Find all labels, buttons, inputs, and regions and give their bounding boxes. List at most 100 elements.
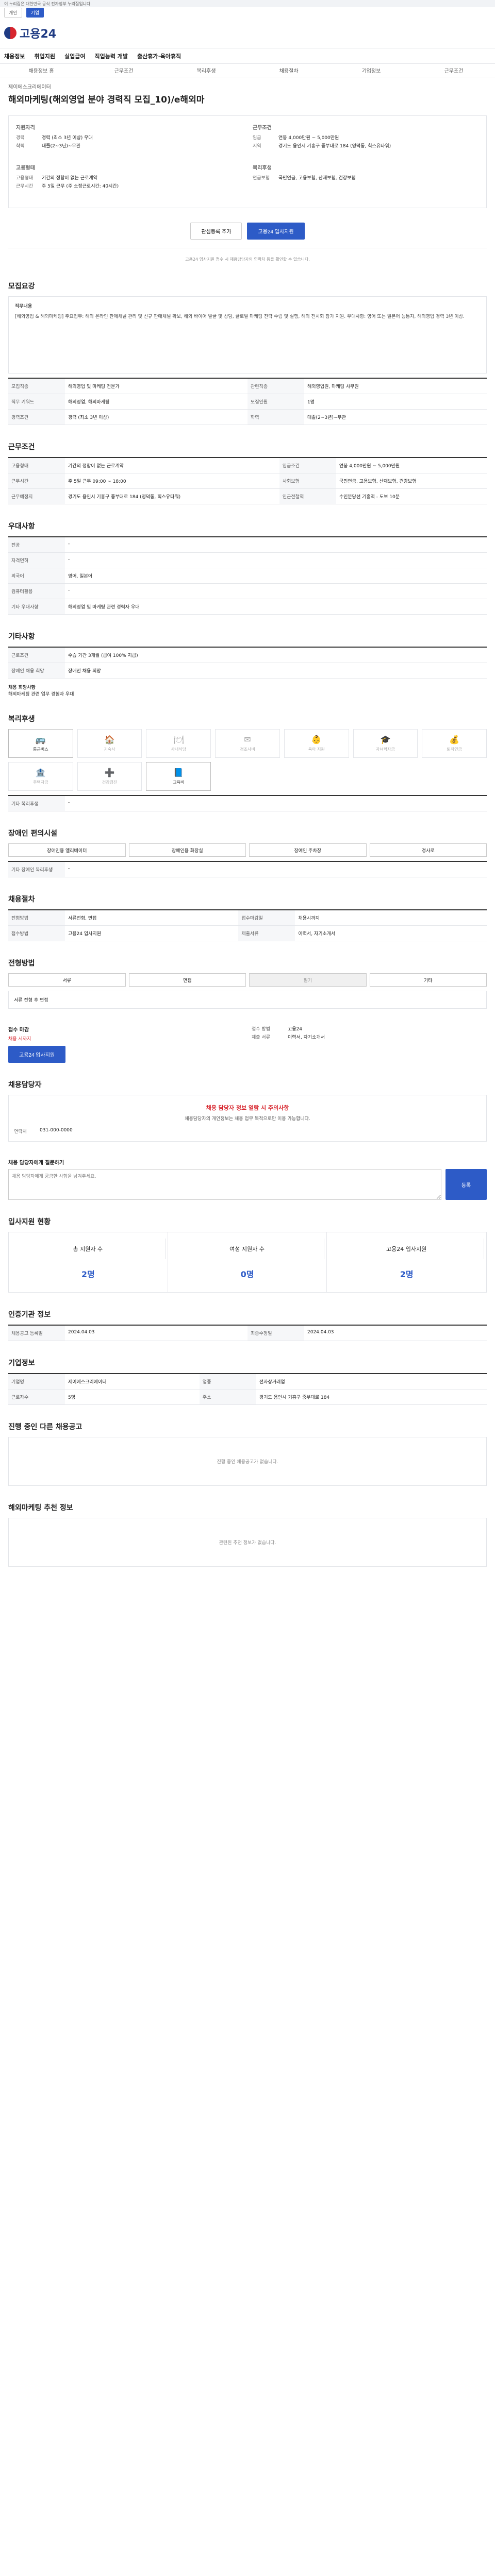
channel-tab[interactable]: 기타: [369, 973, 487, 987]
brand-logo[interactable]: 고용24: [4, 25, 56, 41]
accessibility-item: 장애인용 엘리베이터: [8, 843, 126, 857]
subnav-item[interactable]: 복리후생: [165, 66, 248, 74]
table-row: 경력조건 경력 (최소 3년 이상) 학력 대졸(2~3년)~무관: [8, 409, 487, 425]
welfare-icon: 🍽: [173, 735, 184, 744]
welfare-item: ✉ 경조사비: [215, 729, 280, 758]
welfare-label: 경조사비: [240, 747, 255, 752]
table-row: 외국어 영어, 일본어: [8, 568, 487, 584]
table-row: 고용형태 기간의 정함이 없는 근로계약 임금조건 연봉 4,000만원 ~ 5,00…: [8, 457, 487, 473]
nav-item[interactable]: 실업급여: [64, 52, 85, 60]
welfare-icon: ✉: [244, 735, 251, 744]
accessibility-grid: 장애인용 엘리베이터 장애인용 화장실 장애인 주차장 경사로: [8, 843, 487, 857]
job-header: 제이에스크리에이터 해외마케팅(해외영업 분야 경력직 모집_10)/e해외마: [0, 77, 495, 110]
nav-item[interactable]: 채용정보: [4, 52, 25, 60]
other-jobs-section: 진행 중인 다른 채용공고 진행 중인 채용공고가 없습니다.: [8, 1413, 487, 1494]
contact-row: 연락처 031-000-0000: [14, 1128, 481, 1134]
stat-value: 2명: [400, 1269, 414, 1279]
bookmark-button[interactable]: 관심등록 추가: [190, 223, 242, 240]
welfare-item: ➕ 건강검진: [77, 762, 142, 791]
table-value: 대졸(2~3년)~무관: [304, 409, 487, 425]
apply-grid: 접수 마감 채용 시까지 고용24 입사지원 접수 방법 고용24 제출 서류 이력…: [8, 1025, 487, 1063]
accessibility-item: 장애인용 화장실: [128, 843, 246, 857]
table-key: 직무 키워드: [8, 394, 65, 410]
stat-label: 여성 지원자 수: [170, 1239, 325, 1259]
section-title: 기업정보: [8, 1359, 35, 1367]
inquiry-submit-button[interactable]: 등록: [446, 1169, 487, 1200]
table-value: 해외영업 및 마케팅 관련 경력자 우대: [65, 599, 487, 615]
table-key: 기타 복리후생: [8, 795, 65, 811]
table-value: 국민연금, 고용보험, 산재보험, 건강보험: [336, 473, 487, 489]
table-value: 경기도 용인시 기흥구 중부대로 184: [256, 1389, 487, 1405]
table-row: 모집직종 해외영업 및 마케팅 전문가 관련직종 해외영업원, 마케팅 사무원: [8, 378, 487, 394]
summary-row: 연금보험 국민연금, 고용보험, 산재보험, 건강보험: [253, 174, 479, 181]
summary-key: 근무시간: [16, 184, 34, 189]
table-value: 고용24 입사지원: [65, 925, 239, 941]
table-key: 업종: [199, 1374, 256, 1389]
table-key: 관련직종: [248, 378, 304, 394]
apply-button[interactable]: 고용24 입사지원: [247, 223, 305, 240]
table-value: -: [65, 795, 487, 811]
stat-value: 2명: [81, 1269, 95, 1279]
apply-row: 제출 서류 이력서, 자기소개서: [252, 1033, 487, 1040]
table-value: -: [65, 583, 487, 599]
summary-row: 임금 연봉 4,000만원 ~ 5,000만원: [253, 134, 479, 141]
table-key: 근무시간: [8, 473, 65, 489]
channel-tab[interactable]: 필기: [249, 973, 367, 987]
stat-value: 0명: [240, 1269, 254, 1279]
meta-table: 채용공고 등록일 2024.04.03 최종수정일 2024.04.03: [8, 1325, 487, 1341]
channel-tab[interactable]: 면접: [128, 973, 246, 987]
table-row: 장애인 채용 희망 장애인 채용 희망: [8, 663, 487, 679]
welfare-label: 기숙사: [104, 747, 116, 752]
table-row: 근로자수 5명 주소 경기도 용인시 기흥구 중부대로 184: [8, 1389, 487, 1405]
table-key: 장애인 채용 희망: [8, 663, 65, 679]
channel-tabs: 서류 면접 필기 기타: [8, 973, 487, 987]
inquiry-textarea[interactable]: [8, 1169, 441, 1200]
table-value: 영어, 일본어: [65, 568, 487, 584]
subnav-item[interactable]: 채용절차: [248, 66, 330, 74]
table-value: 해외영업, 해외마케팅: [65, 394, 248, 410]
table-row: 기타 우대사항 해외영업 및 마케팅 관련 경력자 우대: [8, 599, 487, 615]
apply-row: 접수 방법 고용24: [252, 1025, 487, 1032]
nav-item[interactable]: 출산휴가·육아휴직: [137, 52, 181, 60]
table-value: 2024.04.03: [304, 1325, 487, 1341]
org-tab-personal[interactable]: 개인: [4, 7, 22, 18]
subnav-item[interactable]: 근무조건: [412, 66, 495, 74]
channel-tab[interactable]: 서류: [8, 973, 126, 987]
table-key: 근로조건: [8, 647, 65, 663]
etc-extra: 채용 희망사항 해외마케팅 관련 업무 경험자 우대: [8, 684, 487, 697]
etc-table: 근로조건 수습 기간 3개월 (급여 100% 지급) 장애인 채용 희망 장애인 …: [8, 647, 487, 679]
welfare-section: 복리후생 🚌 통근버스 🏠 기숙사 🍽 사내식당 ✉ 경조사비 👶 육아 지원 🎓 자녀학자금 💰 퇴직연…: [8, 705, 487, 820]
org-tab-company[interactable]: 기업: [26, 7, 44, 18]
subnav-item[interactable]: 기업정보: [330, 66, 412, 74]
section-title: 인증기관 정보: [8, 1311, 51, 1319]
section-title: 우대사항: [8, 522, 35, 531]
stat-item: 총 지원자 수 2명: [9, 1232, 168, 1292]
table-value: 이력서, 자기소개서: [295, 925, 487, 941]
brand-name: 고용24: [20, 27, 57, 41]
table-row: 직무 키워드 해외영업, 해외마케팅 모집인원 1명: [8, 394, 487, 410]
welfare-label: 건강검진: [102, 780, 118, 785]
table-row: 채용공고 등록일 2024.04.03 최종수정일 2024.04.03: [8, 1325, 487, 1341]
table-key: 기타 장애인 복리후생: [8, 861, 65, 877]
subnav-item[interactable]: 근무조건: [82, 66, 165, 74]
subnav-item[interactable]: 채용정보 홈: [0, 66, 82, 74]
process-section: 채용절차 전형방법 서류전형, 면접 접수마감일 채용시까지 접수방법 고용24 입사지…: [8, 886, 487, 950]
summary-welfare: 복리후생 연금보험 국민연금, 고용보험, 산재보험, 건강보험: [253, 163, 479, 200]
welfare-icon: ➕: [104, 768, 115, 777]
welfare-label: 사내식당: [171, 747, 186, 752]
apply-section: 접수 마감 채용 시까지 고용24 입사지원 접수 방법 고용24 제출 서류 이력…: [8, 1017, 487, 1071]
inquiry-section: 채용 담당자에게 질문하기 등록: [8, 1150, 487, 1208]
welfare-item: 🏠 기숙사: [77, 729, 142, 758]
nav-item[interactable]: 취업지원: [34, 52, 55, 60]
welfare-label: 육아 지원: [308, 747, 325, 752]
job-title: 해외마케팅(해외영업 분야 경력직 모집_10)/e해외마: [8, 95, 205, 105]
summary-conditions: 근무조건 임금 연봉 4,000만원 ~ 5,000만원 지역 경기도 용인시 기흥…: [253, 123, 479, 160]
apply-submit-button[interactable]: 고용24 입사지원: [8, 1046, 66, 1063]
contact-desc: 채용담당자의 개인정보는 채용 업무 목적으로만 이용 가능합니다.: [185, 1116, 310, 1122]
section-title: 진행 중인 다른 채용공고: [8, 1423, 82, 1431]
accessibility-section: 장애인 편의시설 장애인용 엘리베이터 장애인용 화장실 장애인 주차장 경사로…: [8, 820, 487, 886]
nav-item[interactable]: 직업능력 개발: [94, 52, 128, 60]
stat-label: 고용24 입사지원: [329, 1239, 484, 1259]
company-name[interactable]: 제이에스크리에이터: [8, 82, 487, 90]
summary-value: 연봉 4,000만원 ~ 5,000만원: [278, 135, 339, 141]
